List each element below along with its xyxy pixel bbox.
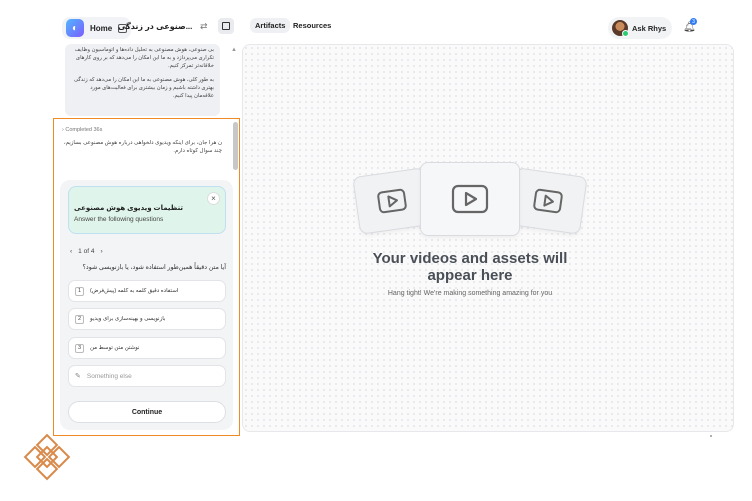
chevron-right-icon[interactable]: ›	[100, 248, 102, 255]
brand-logo-icon	[23, 434, 71, 481]
assistant-message: ن هرا جان، برای اینکه ویدیوی دلخواهی درب…	[63, 140, 222, 154]
option-2[interactable]: 2 بازنویسی و بهینه‌سازی برای ویدیو	[68, 308, 226, 330]
option-label: بازنویسی و بهینه‌سازی برای ویدیو	[90, 316, 166, 322]
layout-toggle-button[interactable]	[218, 18, 234, 34]
option-1[interactable]: 1 استفاده دقیق کلمه به کلمه (پیش‌فرض)	[68, 280, 226, 302]
option-something-else[interactable]: ✎ Something else	[68, 365, 226, 387]
something-else-label: Something else	[86, 372, 132, 380]
questionnaire-subtitle: Answer the following questions	[74, 216, 164, 223]
completed-status[interactable]: › Completed 36s	[62, 127, 102, 133]
scroll-up-arrow-icon[interactable]: ▲	[231, 47, 237, 53]
ask-user-button[interactable]: Ask Rhys	[608, 17, 672, 39]
empty-state-subtitle: Hang tight! We're making something amazi…	[387, 290, 553, 297]
user-name: Ask Rhys	[632, 23, 667, 33]
tab-resources[interactable]: Resources	[293, 21, 331, 30]
artifacts-canvas	[242, 44, 734, 432]
chat-snippet-2: به طور کلی، هوش مصنوعی به ما این امکان ر…	[73, 77, 214, 99]
notification-badge: 3	[690, 18, 697, 25]
option-number: 3	[75, 343, 84, 353]
option-number: 1	[75, 286, 84, 296]
video-placeholder-card	[508, 167, 588, 235]
empty-state-title: Your videos and assets will appear here	[372, 250, 568, 284]
option-label: استفاده دقیق کلمه به کلمه (پیش‌فرض)	[90, 288, 179, 294]
video-placeholder-card	[420, 162, 520, 236]
completed-label: Completed 36s	[65, 127, 103, 133]
play-icon	[451, 184, 489, 214]
chat-message: بی صنوعی، هوش مصنوعی به تحلیل داده‌ها و …	[65, 44, 220, 116]
play-icon	[533, 188, 563, 214]
question-text: آیا متن دقیقاً همین‌طور استفاده شود، یا …	[82, 264, 226, 271]
tab-artifacts[interactable]: Artifacts	[250, 18, 291, 33]
top-bar: ◐ Home ...صنوعی در زندگی ⇄ Artifacts Res…	[0, 0, 752, 44]
option-label: نوشتن متن توسط من	[90, 345, 140, 351]
questionnaire-title: تنظیمات ویدیوی هوش مصنوعی	[74, 205, 184, 212]
chat-snippet-1: بی صنوعی، هوش مصنوعی به تحلیل داده‌ها و …	[74, 47, 214, 69]
document-title[interactable]: ...صنوعی در زندگی	[118, 22, 198, 31]
panel-icon	[222, 22, 230, 30]
chevron-left-icon[interactable]: ‹	[70, 248, 72, 255]
question-pager: ‹ 1 of 4 ›	[70, 248, 103, 255]
app-logo-icon: ◐	[66, 19, 84, 37]
resize-dot	[710, 435, 712, 437]
pager-label: 1 of 4	[78, 248, 95, 255]
avatar	[612, 20, 629, 37]
option-number: 2	[75, 314, 84, 324]
swap-icon[interactable]: ⇄	[200, 21, 208, 32]
home-label: Home	[90, 23, 113, 33]
close-icon[interactable]: ×	[207, 192, 220, 205]
pencil-icon: ✎	[75, 373, 81, 380]
option-3[interactable]: 3 نوشتن متن توسط من	[68, 337, 226, 359]
play-icon	[377, 188, 407, 214]
continue-button[interactable]: Continue	[68, 401, 226, 423]
